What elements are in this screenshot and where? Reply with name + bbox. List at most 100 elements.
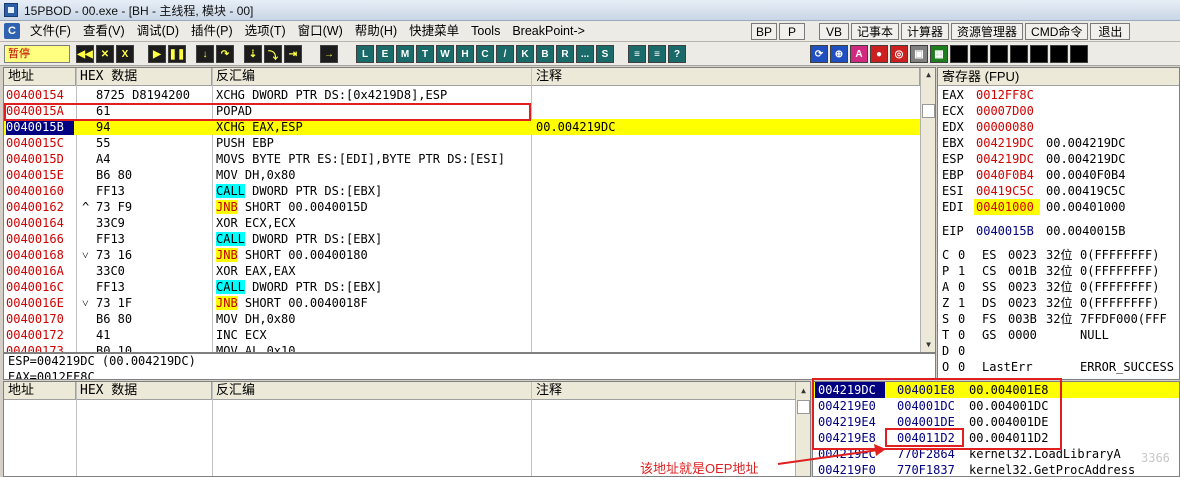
menu-file[interactable]: 文件(F)	[24, 21, 77, 42]
plugin-6-icon[interactable]	[990, 45, 1008, 63]
close-process-icon[interactable]: ✕	[96, 45, 114, 63]
stack-row[interactable]: 004219E4 004001DE 00.004001DE	[813, 414, 1179, 430]
col-header-hex[interactable]: HEX 数据	[76, 68, 212, 86]
menu-window[interactable]: 窗口(W)	[292, 21, 349, 42]
notepad-button[interactable]: 记事本	[851, 23, 900, 40]
plugin-9-icon[interactable]	[1050, 45, 1068, 63]
refresh-icon[interactable]: ⟳	[810, 45, 828, 63]
register-row[interactable]: EAX 0012FF8C	[938, 87, 1179, 103]
threads-window-button[interactable]: T	[416, 45, 434, 63]
disasm-row[interactable]: 00400154 8725 D8194200 XCHG DWORD PTR DS:[…	[4, 87, 920, 103]
execute-till-return-icon[interactable]: ⇥	[284, 45, 302, 63]
record-icon[interactable]: ●	[870, 45, 888, 63]
disasm-row[interactable]: 00400160 FF13 CALL DWORD PTR DS:[EBX]	[4, 183, 920, 199]
flag-row[interactable]: A 0 SS 0023 32位 0(FFFFFFFF)	[938, 279, 1179, 295]
disasm-row[interactable]: 0040015D A4 MOVS BYTE PTR ES:[EDI],BYTE PT…	[4, 151, 920, 167]
register-row-eip[interactable]: EIP 0040015B 00.0040015B	[938, 223, 1179, 239]
plugin-a-icon[interactable]: A	[850, 45, 868, 63]
register-row[interactable]: ESP 004219DC 00.004219DC	[938, 151, 1179, 167]
log-window-button[interactable]: L	[356, 45, 374, 63]
modules-window-button[interactable]: E	[376, 45, 394, 63]
register-row[interactable]: EDI 00401000 00.00401000	[938, 199, 1179, 215]
plugin-1-icon[interactable]: ⊕	[830, 45, 848, 63]
step-over-icon[interactable]: ↷	[216, 45, 234, 63]
disasm-row[interactable]: 00400166 FF13 CALL DWORD PTR DS:[EBX]	[4, 231, 920, 247]
disasm-row[interactable]: 0040016E ˅ 73 1F JNB SHORT 00.0040018F	[4, 295, 920, 311]
rewind-icon[interactable]: ◀◀	[76, 45, 94, 63]
scroll-down-icon[interactable]: ▼	[921, 338, 935, 352]
col-header-disasm[interactable]: 反汇编	[212, 68, 532, 86]
disasm-row[interactable]: 0040015E B6 80 MOV DH,0x80	[4, 167, 920, 183]
run-trace-button[interactable]: ...	[576, 45, 594, 63]
help-icon[interactable]: ?	[668, 45, 686, 63]
disasm-row[interactable]: 0040016A 33C0 XOR EAX,EAX	[4, 263, 920, 279]
references-window-button[interactable]: R	[556, 45, 574, 63]
menu-view[interactable]: 查看(V)	[77, 21, 131, 42]
disasm-row[interactable]: 00400162 ^ 73 F9 JNB SHORT 00.0040015D	[4, 199, 920, 215]
windows-window-button[interactable]: W	[436, 45, 454, 63]
goto-icon[interactable]: →	[320, 45, 338, 63]
step-into-icon[interactable]: ↓	[196, 45, 214, 63]
disassembly-scroll-thumb[interactable]	[922, 104, 935, 118]
flag-row[interactable]: D0	[938, 343, 1179, 359]
source-window-button[interactable]: S	[596, 45, 614, 63]
trace-over-icon[interactable]: ⤵	[264, 45, 282, 63]
dump-header-comment[interactable]: 注释	[532, 382, 796, 400]
scroll-up-icon[interactable]: ▲	[921, 68, 935, 82]
menu-plugins[interactable]: 插件(P)	[185, 21, 239, 42]
plugin-2-icon[interactable]: ▣	[910, 45, 928, 63]
vb-button[interactable]: VB	[819, 23, 849, 40]
register-row[interactable]: EBP 0040F0B4 00.0040F0B4	[938, 167, 1179, 183]
plugin-8-icon[interactable]	[1030, 45, 1048, 63]
trace-into-icon[interactable]: ⇣	[244, 45, 262, 63]
flag-row[interactable]: T 0 GS 0000 NULL	[938, 327, 1179, 343]
cpu-window-button[interactable]: C	[476, 45, 494, 63]
dump-header-disasm[interactable]: 反汇编	[212, 382, 532, 400]
disasm-row[interactable]: 0040015A 61 POPAD	[4, 103, 920, 119]
menu-tools[interactable]: Tools	[465, 21, 506, 42]
stack-row[interactable]: 004219DC 004001E8 00.004001E8	[813, 382, 1179, 398]
disasm-row[interactable]: 00400172 41 INC ECX	[4, 327, 920, 343]
cmd-button[interactable]: CMD命令	[1025, 23, 1089, 40]
stack-row[interactable]: 004219E0 004001DC 00.004001DC	[813, 398, 1179, 414]
options-icon[interactable]: ≡	[648, 45, 666, 63]
col-header-address[interactable]: 地址	[4, 68, 76, 86]
dump-scroll-up-icon[interactable]: ▲	[796, 384, 810, 398]
disasm-row[interactable]: 00400168 ˅ 73 16 JNB SHORT 00.00400180	[4, 247, 920, 263]
breakpoints-window-button[interactable]: B	[536, 45, 554, 63]
pause-icon[interactable]: ❚❚	[168, 45, 186, 63]
flag-row[interactable]: C 0 ES 0023 32位 0(FFFFFFFF)	[938, 247, 1179, 263]
disasm-row[interactable]: 00400164 33C9 XOR ECX,ECX	[4, 215, 920, 231]
dump-header-hex[interactable]: HEX 数据	[76, 382, 212, 400]
dump-header-address[interactable]: 地址	[4, 382, 76, 400]
registers-pane[interactable]: 寄存器 (FPU) EAX 0012FF8C ECX 00007D00 EDX 00000…	[937, 67, 1180, 380]
calculator-button[interactable]: 计算器	[901, 23, 950, 40]
flag-row[interactable]: Z 1 DS 0023 32位 0(FFFFFFFF)	[938, 295, 1179, 311]
patches-window-button[interactable]: /	[496, 45, 514, 63]
disasm-row[interactable]: 0040016C FF13 CALL DWORD PTR DS:[EBX]	[4, 279, 920, 295]
flag-row[interactable]: S 0 FS 003B 32位 7FFDF000(FFF	[938, 311, 1179, 327]
plugin-7-icon[interactable]	[1010, 45, 1028, 63]
disasm-row[interactable]: 0040015C 55 PUSH EBP	[4, 135, 920, 151]
register-row[interactable]: ESI 00419C5C 00.00419C5C	[938, 183, 1179, 199]
menu-debug[interactable]: 调试(D)	[131, 21, 185, 42]
disasm-row[interactable]: 0040015B 94 XCHG EAX,ESP 00.004219DC	[4, 119, 920, 135]
explorer-button[interactable]: 资源管理器	[951, 23, 1024, 40]
disasm-row[interactable]: 00400173 B0 10 MOV AL,0x10	[4, 343, 920, 352]
plugin-4-icon[interactable]	[950, 45, 968, 63]
p-button[interactable]: P	[779, 23, 805, 40]
disassembly-pane[interactable]: 地址 HEX 数据 反汇编 注释 00400154 8725 D8194200 XC…	[3, 67, 936, 353]
handles-window-button[interactable]: H	[456, 45, 474, 63]
menu-breakpoint[interactable]: BreakPoint->	[506, 21, 591, 42]
register-row[interactable]: ECX 00007D00	[938, 103, 1179, 119]
list-icon[interactable]: ≡	[628, 45, 646, 63]
exit-button[interactable]: 退出	[1090, 23, 1131, 40]
target-icon[interactable]: ◎	[890, 45, 908, 63]
disasm-row[interactable]: 00400170 B6 80 MOV DH,0x80	[4, 311, 920, 327]
flag-row[interactable]: O0LastErrERROR_SUCCESS (00	[938, 359, 1179, 375]
memory-window-button[interactable]: M	[396, 45, 414, 63]
plugin-5-icon[interactable]	[970, 45, 988, 63]
register-row[interactable]: EDX 00000080	[938, 119, 1179, 135]
plugin-3-icon[interactable]: ▦	[930, 45, 948, 63]
menu-shortcut[interactable]: 快捷菜单	[403, 21, 465, 42]
